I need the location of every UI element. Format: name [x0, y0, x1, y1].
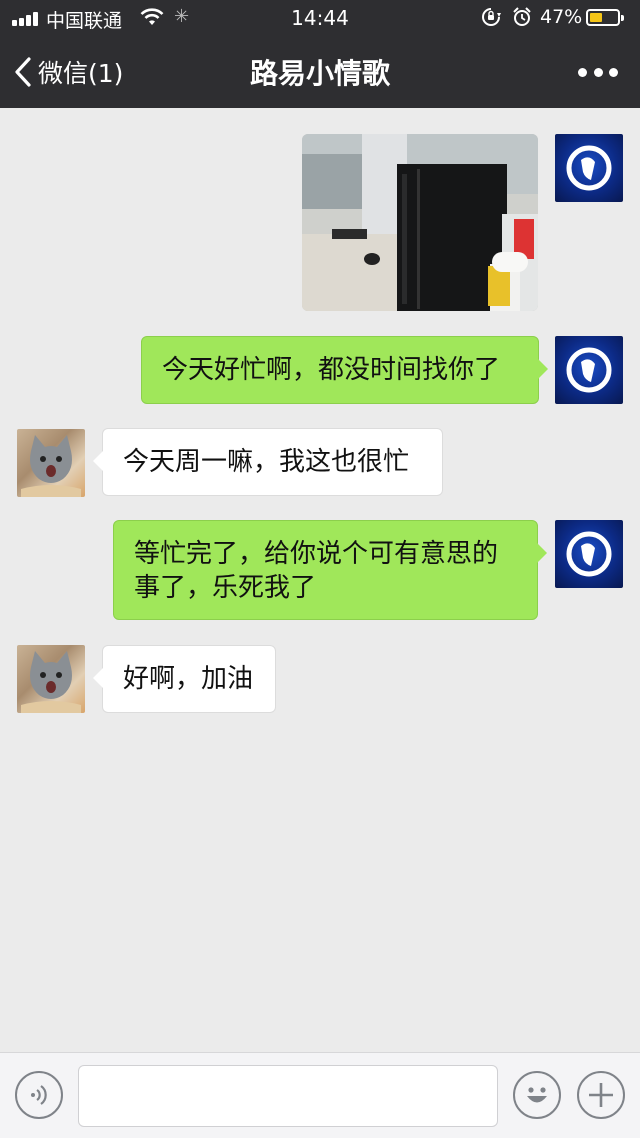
chat-title: 路易小情歌 — [249, 57, 390, 90]
emoji-button[interactable] — [513, 1071, 561, 1119]
image-message[interactable] — [302, 134, 538, 311]
message-text: 等忙完了，给你说个可有意思的事了，乐死我了 — [134, 539, 499, 603]
alarm-icon — [511, 6, 533, 33]
plus-icon — [589, 1083, 613, 1107]
avatar-logo-icon — [566, 347, 612, 393]
my-avatar[interactable] — [555, 336, 623, 404]
voice-button[interactable] — [15, 1071, 63, 1119]
contact-avatar[interactable] — [17, 645, 85, 713]
input-bar — [0, 1052, 640, 1138]
voice-icon — [31, 1085, 47, 1105]
plus-button[interactable] — [577, 1071, 625, 1119]
cat-photo-icon — [21, 435, 81, 497]
nav-bar: 微信(1) 路易小情歌 — [0, 36, 640, 108]
message-text: 今天好忙啊，都没时间找你了 — [162, 355, 501, 385]
status-bar: 中国联通 ✳ 14:44 47% — [0, 0, 640, 36]
rotation-lock-icon — [480, 6, 502, 33]
avatar-logo-icon — [566, 531, 612, 577]
more-dots-icon — [578, 67, 587, 77]
avatar-logo-icon — [566, 145, 612, 191]
photo-thumbnail — [302, 134, 538, 311]
message-input[interactable] — [78, 1065, 498, 1127]
top-bar: 中国联通 ✳ 14:44 47% 微信(1) 路易小情歌 — [0, 0, 640, 108]
cat-photo-icon — [21, 651, 81, 713]
message-bubble[interactable]: 今天好忙啊，都没时间找你了 — [141, 336, 548, 404]
message-bubble[interactable]: 等忙完了，给你说个可有意思的事了，乐死我了 — [113, 520, 547, 620]
my-avatar[interactable] — [555, 520, 623, 588]
battery-icon — [586, 9, 624, 26]
message-bubble[interactable]: 今天周一嘛，我这也很忙 — [93, 428, 443, 496]
my-avatar[interactable] — [555, 134, 623, 202]
message-text: 好啊，加油 — [123, 664, 254, 694]
contact-avatar[interactable] — [17, 429, 85, 497]
emoji-icon — [527, 1087, 547, 1103]
battery-percent: 47% — [540, 6, 583, 28]
message-text: 今天周一嘛，我这也很忙 — [123, 447, 410, 477]
more-button[interactable] — [578, 58, 618, 86]
message-bubble[interactable]: 好啊，加油 — [93, 645, 276, 713]
